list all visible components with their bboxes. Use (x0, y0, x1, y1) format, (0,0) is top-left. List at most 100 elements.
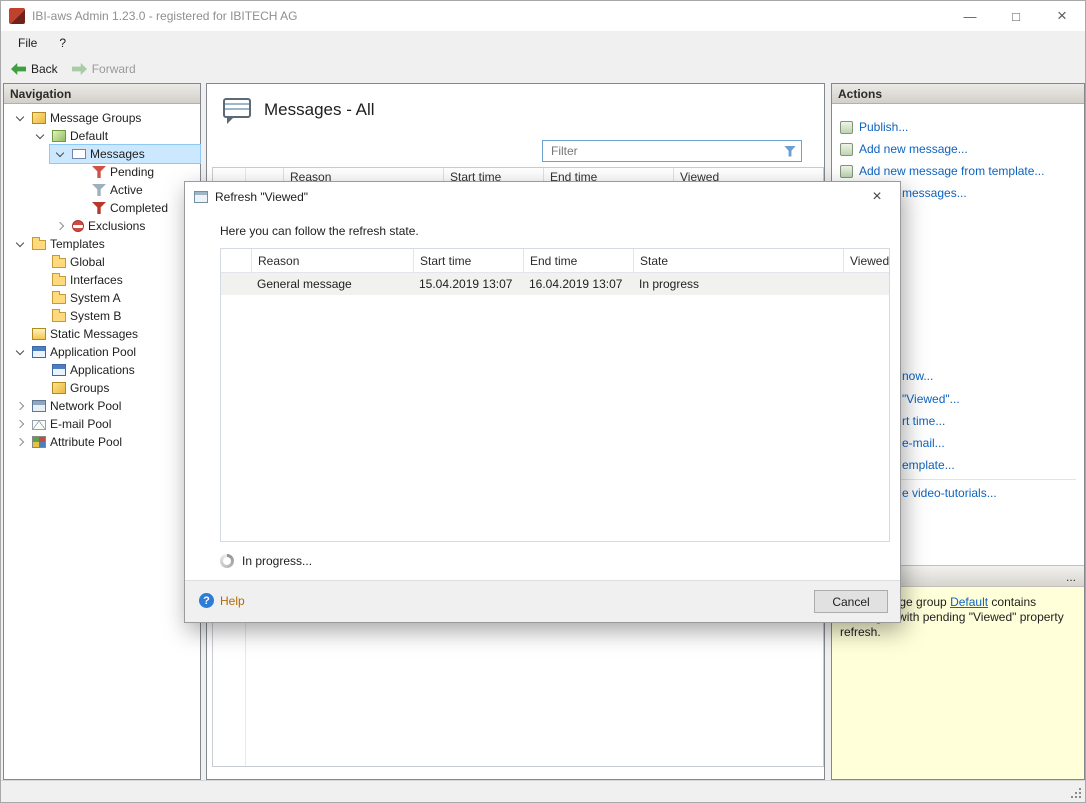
forward-arrow-icon (72, 63, 87, 75)
tree-item-message-groups[interactable]: Message Groups (4, 109, 200, 127)
table-row[interactable]: General message 15.04.2019 13:07 16.04.2… (221, 273, 889, 295)
default-group-link[interactable]: Default (950, 595, 988, 609)
action-label: Add new message... (859, 142, 968, 156)
publish-icon (840, 121, 853, 134)
column-header-icon[interactable] (221, 249, 251, 272)
cell-end-time: 16.04.2019 13:07 (523, 277, 633, 291)
tree-item-messages[interactable]: Messages (4, 145, 200, 163)
column-header-reason[interactable]: Reason (251, 249, 413, 272)
filter-box (542, 140, 802, 162)
refresh-table-header: Reason Start time End time State Viewed (221, 249, 889, 273)
tree-item-system-a[interactable]: System A (4, 289, 200, 307)
attribute-pool-icon (32, 436, 46, 448)
expander-icon[interactable] (12, 439, 28, 445)
tree-item-pending[interactable]: Pending (4, 163, 200, 181)
help-link[interactable]: ? Help (199, 593, 245, 608)
column-header-end-time[interactable]: End time (523, 249, 633, 272)
tree-item-application-pool[interactable]: Application Pool (4, 343, 200, 361)
back-button[interactable]: Back (11, 62, 58, 76)
maximize-button[interactable]: □ (993, 1, 1039, 31)
templates-folder-icon (32, 240, 46, 250)
tree-item-label: Network Pool (50, 399, 121, 413)
action-label: Publish... (859, 120, 908, 134)
message-groups-icon (32, 112, 46, 124)
page-title: Messages - All (264, 100, 375, 120)
tree-item-completed[interactable]: Completed (4, 199, 200, 217)
expander-icon[interactable] (12, 403, 28, 409)
action-publish[interactable]: Publish... (840, 120, 908, 134)
tree-item-label: Exclusions (88, 219, 145, 233)
action-viewed-obscured[interactable]: "Viewed"... (902, 392, 960, 406)
tree-item-attribute-pool[interactable]: Attribute Pool (4, 433, 200, 451)
dialog-titlebar: Refresh "Viewed" (185, 182, 900, 212)
expander-icon[interactable] (12, 350, 28, 354)
expander-icon[interactable] (32, 134, 48, 138)
tree-item-network-pool[interactable]: Network Pool (4, 397, 200, 415)
dialog-icon (194, 191, 208, 203)
tree-item-static-messages[interactable]: Static Messages (4, 325, 200, 343)
minimize-button[interactable]: — (947, 1, 993, 31)
actions-header: Actions (832, 84, 1084, 104)
action-now-obscured[interactable]: now... (902, 369, 933, 383)
email-pool-icon (32, 420, 46, 430)
action-email-obscured[interactable]: e-mail... (902, 436, 945, 450)
active-filter-icon (92, 184, 106, 196)
action-start-time-obscured[interactable]: rt time... (902, 414, 945, 428)
help-icon: ? (199, 593, 214, 608)
forward-button[interactable]: Forward (72, 62, 136, 76)
tree-item-label: Interfaces (70, 273, 123, 287)
tree-item-label: Groups (70, 381, 109, 395)
pending-filter-icon (92, 166, 106, 178)
dialog-close-icon[interactable]: × (855, 183, 899, 211)
action-add-new-message[interactable]: Add new message... (840, 142, 968, 156)
action-label: messages... (902, 186, 967, 200)
column-header-start-time[interactable]: Start time (413, 249, 523, 272)
tree-item-active[interactable]: Active (4, 181, 200, 199)
filter-input[interactable] (551, 144, 784, 158)
tree-item-applications[interactable]: Applications (4, 361, 200, 379)
dialog-title: Refresh "Viewed" (215, 190, 308, 204)
action-add-message-from-template[interactable]: Add new message from template... (840, 164, 1044, 178)
messages-icon (72, 149, 86, 159)
dialog-description: Here you can follow the refresh state. (220, 224, 419, 238)
tree-item-email-pool[interactable]: E-mail Pool (4, 415, 200, 433)
action-label: "Viewed"... (902, 392, 960, 406)
exclusions-icon (72, 220, 84, 232)
dialog-footer: ? Help Cancel (185, 580, 900, 622)
tree-item-default[interactable]: Default (4, 127, 200, 145)
tree-item-label: Global (70, 255, 105, 269)
column-header-viewed[interactable]: Viewed (843, 249, 889, 272)
menu-file[interactable]: File (7, 33, 48, 53)
folder-icon (52, 294, 66, 304)
action-template-obscured[interactable]: emplate... (902, 458, 955, 472)
close-button[interactable]: × (1039, 1, 1085, 31)
action-video-tutorials-obscured[interactable]: e video-tutorials... (902, 486, 997, 500)
tree-item-templates[interactable]: Templates (4, 235, 200, 253)
tree-item-interfaces[interactable]: Interfaces (4, 271, 200, 289)
completed-filter-icon (92, 202, 106, 214)
statusbar (1, 780, 1085, 802)
messages-bubble-icon (223, 98, 251, 118)
tree-item-global[interactable]: Global (4, 253, 200, 271)
tree-item-system-b[interactable]: System B (4, 307, 200, 325)
action-messages-obscured[interactable]: messages... (902, 186, 967, 200)
expander-icon[interactable] (52, 223, 68, 229)
expander-icon[interactable] (52, 152, 68, 156)
action-label: e-mail... (902, 436, 945, 450)
tree-item-label: Message Groups (50, 111, 141, 125)
filter-funnel-icon[interactable] (784, 146, 796, 157)
resize-grip[interactable] (1069, 786, 1081, 798)
tree-item-label: Pending (110, 165, 154, 179)
menu-help[interactable]: ? (48, 33, 77, 53)
expander-icon[interactable] (12, 116, 28, 120)
tree-item-groups[interactable]: Groups (4, 379, 200, 397)
app-window: IBI-aws Admin 1.23.0 - registered for IB… (0, 0, 1086, 803)
expander-icon[interactable] (12, 421, 28, 427)
action-label: now... (902, 369, 933, 383)
tree-item-label: System A (70, 291, 121, 305)
expander-icon[interactable] (12, 242, 28, 246)
column-header-state[interactable]: State (633, 249, 843, 272)
cancel-button[interactable]: Cancel (814, 590, 888, 613)
tree-item-exclusions[interactable]: Exclusions (4, 217, 200, 235)
add-message-icon (840, 143, 853, 156)
